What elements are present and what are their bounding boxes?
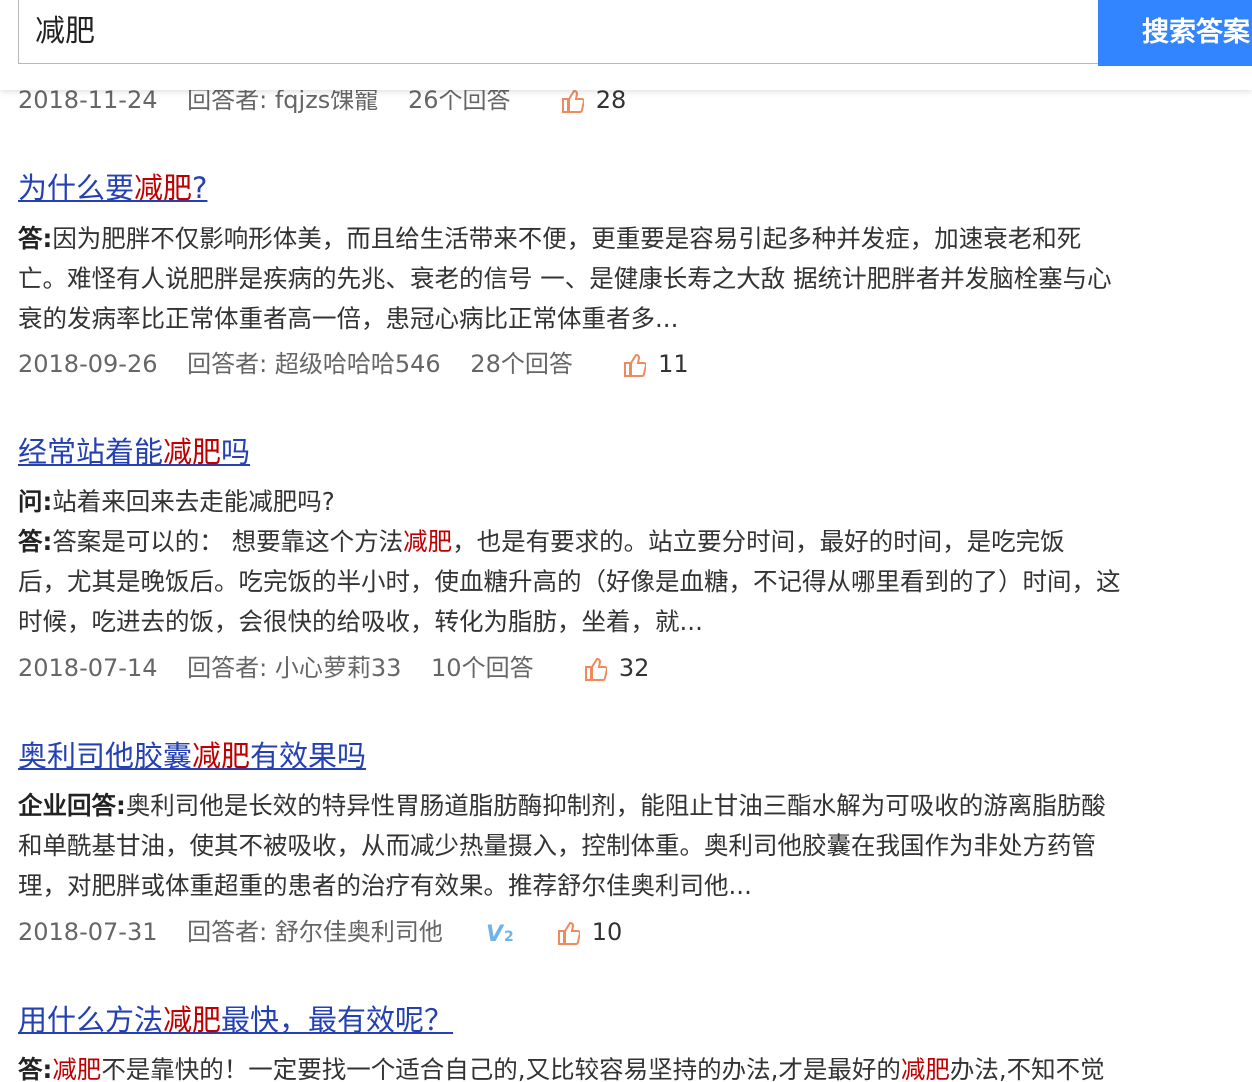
answer-text: 时候，吃进去的饭，会很快的给吸收，转化为脂肪，坐着，就...	[18, 607, 703, 636]
title-keyword: 减肥	[192, 739, 251, 773]
result-answer: 答:因为肥胖不仅影响形体美，而且给生活带来不便，更重要是容易引起多种并发症，加速…	[18, 219, 1208, 339]
thumbs-up-icon[interactable]	[585, 656, 609, 681]
result-answer: 答:减肥不是靠快的！一定要找一个适合自己的,又比较容易坚持的办法,才是最好的减肥…	[18, 1050, 1208, 1082]
title-text: 用什么方法	[18, 1003, 164, 1037]
answer-text: ，也是有要求的。站立要分时间，最好的时间，是吃完饭	[452, 527, 1065, 556]
v2-badge-icon: V 2	[486, 920, 520, 947]
title-text: 为什么要	[18, 171, 135, 205]
thumbs-up-icon[interactable]	[562, 88, 586, 113]
result-date: 2018-09-26	[18, 350, 158, 378]
answer-text: 后，尤其是晚饭后。吃完饭的半小时，使血糖升高的（好像是血糖，不记得从哪里看到的了…	[18, 567, 1121, 596]
search-input[interactable]	[18, 0, 1098, 64]
answer-label: 答:	[18, 1055, 53, 1082]
title-text: 吗	[221, 435, 251, 469]
title-text: 最快，最有效呢？	[221, 1003, 454, 1037]
title-keyword: 减肥	[134, 171, 193, 205]
answer-keyword: 减肥	[403, 527, 453, 556]
thumbs-up-icon[interactable]	[624, 352, 648, 377]
answer-text: 和单酰基甘油，使其不被吸收，从而减少热量摄入，控制体重。奥利司他胶囊在我国作为非…	[18, 831, 1096, 860]
answer-text: 奥利司他是长效的特异性胃肠道脂肪酶抑制剂，能阻止甘油三酯水解为可吸收的游离脂肪酸	[125, 791, 1106, 820]
result-answer-count[interactable]: 10个回答	[431, 651, 534, 685]
answer-keyword: 减肥	[52, 1055, 102, 1082]
enterprise-answer-label: 企业回答:	[18, 791, 126, 820]
result-title-link[interactable]: 经常站着能减肥吗	[18, 432, 250, 472]
search-header: 搜索答案	[0, 0, 1252, 90]
result-date: 2018-07-31	[18, 918, 158, 946]
title-keyword: 减肥	[163, 1003, 222, 1037]
result-date: 2018-07-14	[18, 654, 158, 682]
result-meta: 2018-09-26 回答者: 超级哈哈哈546 28个回答 11	[18, 346, 689, 380]
svg-text:2: 2	[504, 929, 514, 945]
answer-text: 办法,不知不觉	[949, 1055, 1105, 1082]
result-answerer[interactable]: 回答者: 超级哈哈哈546	[187, 347, 441, 381]
answer-label: 答:	[18, 527, 53, 556]
answer-keyword: 减肥	[900, 1055, 950, 1082]
result-answerer[interactable]: 回答者: 舒尔佳奥利司他	[187, 915, 443, 949]
title-text: 经常站着能	[18, 435, 164, 469]
answer-text: 不是靠快的！一定要找一个适合自己的,又比较容易坚持的办法,才是最好的	[101, 1055, 901, 1082]
like-count: 32	[618, 654, 650, 682]
answer-text: 理，对肥胖或体重超重的患者的治疗有效果。推荐舒尔佳奥利司他...	[18, 871, 752, 900]
page: 2018-11-24 回答者: fqjzs馃寵 26个回答 28 为什么要减肥?…	[0, 0, 1252, 1082]
answer-text: 亡。难怪有人说肥胖是疾病的先兆、衰老的信号 一、是健康长寿之大敌 据统计肥胖者并…	[18, 264, 1112, 293]
answer-text: 衰的发病率比正常体重者高一倍，患冠心病比正常体重者多...	[18, 304, 679, 333]
thumbs-up-icon[interactable]	[558, 920, 582, 945]
answer-text: 答案是可以的： 想要靠这个方法	[52, 527, 404, 556]
result-meta: 2018-07-31 回答者: 舒尔佳奥利司他 V 2 10	[18, 914, 622, 948]
result-meta: 2018-07-14 回答者: 小心萝莉33 10个回答 32	[18, 650, 649, 684]
result-title-link[interactable]: 为什么要减肥?	[18, 168, 207, 208]
result-answer: 问:站着来回来去走能减肥吗? 答:答案是可以的： 想要靠这个方法减肥，也是有要求…	[18, 482, 1208, 642]
result-answerer[interactable]: 回答者: 小心萝莉33	[187, 651, 401, 685]
result-answer-count[interactable]: 28个回答	[470, 347, 573, 381]
answer-text: 因为肥胖不仅影响形体美，而且给生活带来不便，更重要是容易引起多种并发症，加速衰老…	[52, 224, 1082, 253]
title-keyword: 减肥	[163, 435, 222, 469]
title-text: 奥利司他胶囊	[18, 739, 193, 773]
like-count: 11	[658, 350, 689, 378]
result-title-link[interactable]: 奥利司他胶囊减肥有效果吗	[18, 736, 366, 776]
svg-text:V: V	[486, 922, 505, 945]
title-text: 有效果吗	[250, 739, 367, 773]
question-label: 问:	[18, 487, 53, 516]
like-count: 10	[591, 918, 623, 946]
question-text: 站着来回来去走能减肥吗?	[52, 487, 335, 516]
result-answer: 企业回答:奥利司他是长效的特异性胃肠道脂肪酶抑制剂，能阻止甘油三酯水解为可吸收的…	[18, 786, 1208, 906]
result-title-link[interactable]: 用什么方法减肥最快，最有效呢？	[18, 1000, 453, 1040]
search-answers-button[interactable]: 搜索答案	[1098, 0, 1252, 66]
title-text: ?	[192, 171, 208, 205]
answer-label: 答:	[18, 224, 53, 253]
